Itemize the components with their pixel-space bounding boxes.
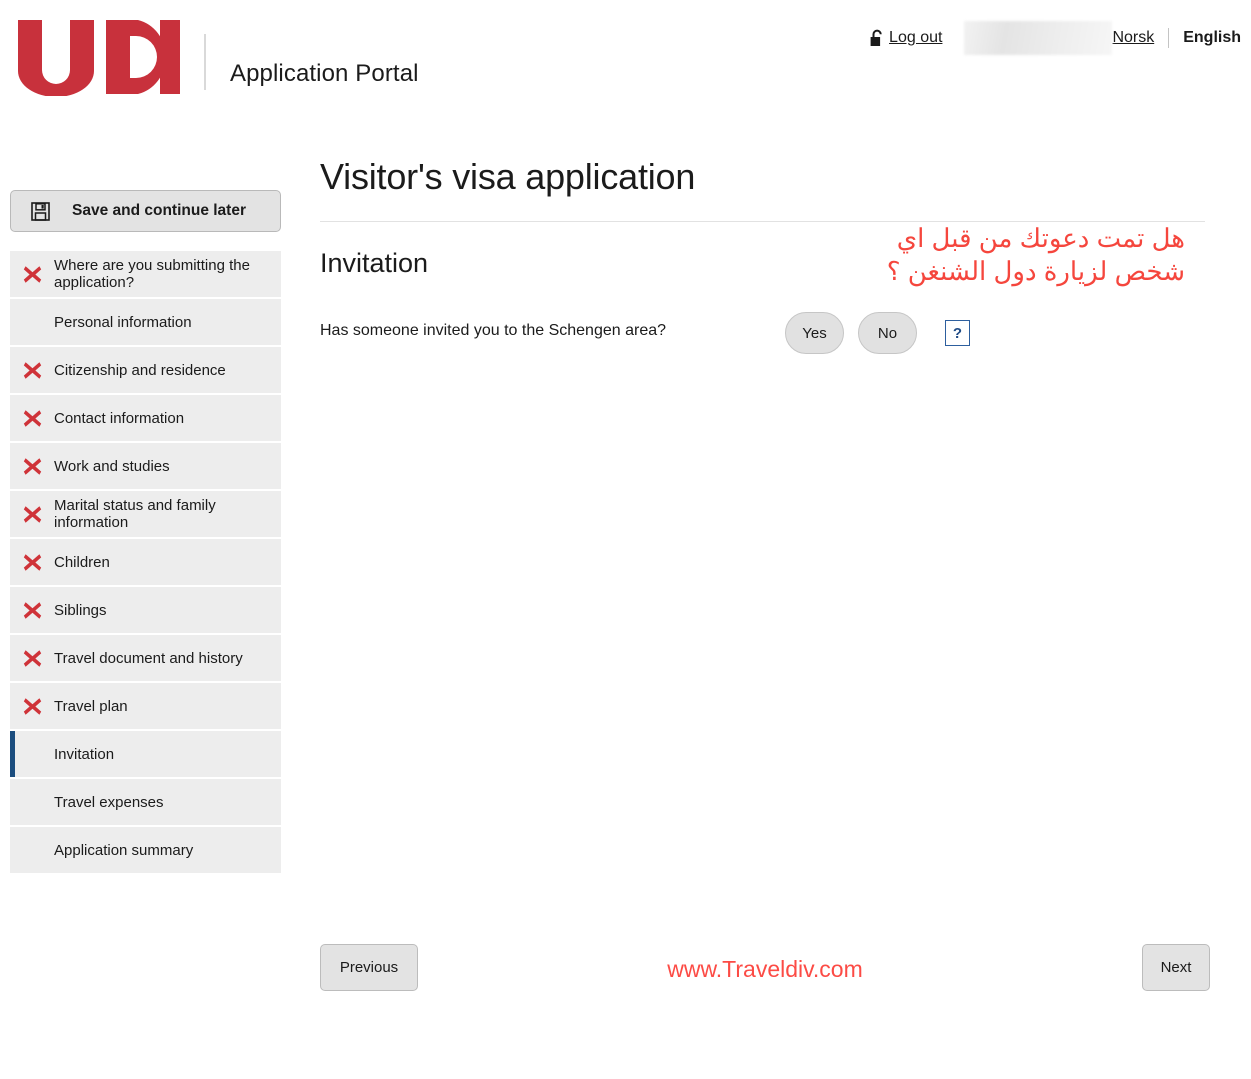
section-header-row: Invitation هل تمت دعوتك من قبل اي شخص لز…	[320, 222, 1210, 304]
sidebar-item-label: Contact information	[54, 409, 185, 427]
sidebar-item-siblings[interactable]: Siblings	[10, 587, 281, 633]
header-utility-bar: Log out Norsk English	[870, 21, 1241, 55]
sidebar-item-travel-expenses[interactable]: Travel expenses	[10, 779, 281, 825]
incomplete-x-icon	[10, 409, 54, 428]
answer-yes-button[interactable]: Yes	[785, 312, 844, 354]
next-button[interactable]: Next	[1142, 944, 1210, 991]
language-english-active[interactable]: English	[1183, 29, 1241, 47]
invitation-question-row: Has someone invited you to the Schengen …	[320, 312, 1210, 372]
sidebar-item-marital-status-and-family-information[interactable]: Marital status and family information	[10, 491, 281, 537]
sidebar-item-label: Children	[54, 553, 110, 571]
sidebar-item-label: Invitation	[54, 745, 115, 763]
sidebar-item-label: Siblings	[54, 601, 107, 619]
sidebar-item-label: Travel document and history	[54, 649, 243, 667]
save-button-label: Save and continue later	[72, 202, 246, 219]
sidebar-item-label: Travel expenses	[54, 793, 164, 811]
main-content: Visitor's visa application Invitation هل…	[320, 128, 1210, 991]
sidebar-item-label: Work and studies	[54, 457, 170, 475]
invitation-answer-group: Yes No ?	[785, 312, 970, 354]
sidebar-item-where-are-you-submitting-the-application[interactable]: Where are you submitting the application…	[10, 251, 281, 297]
incomplete-x-icon	[10, 265, 54, 284]
page-title: Visitor's visa application	[320, 156, 696, 197]
arabic-annotation-text: هل تمت دعوتك من قبل اي شخص لزيارة دول ال…	[886, 223, 1185, 286]
floppy-disk-icon	[31, 201, 50, 221]
sidebar-item-personal-information[interactable]: Personal information	[10, 299, 281, 345]
language-separator	[1168, 28, 1170, 48]
page-header: Application Portal Log out Norsk English	[0, 0, 1251, 128]
incomplete-x-icon	[10, 601, 54, 620]
incomplete-x-icon	[10, 553, 54, 572]
help-question-mark-icon[interactable]: ?	[945, 320, 970, 346]
sidebar-item-label: Marital status and family information	[54, 497, 216, 531]
sidebar-item-children[interactable]: Children	[10, 539, 281, 585]
sidebar-item-work-and-studies[interactable]: Work and studies	[10, 443, 281, 489]
incomplete-x-icon	[10, 457, 54, 476]
sidebar-item-label: Application summary	[54, 841, 194, 859]
redacted-username	[964, 21, 1113, 55]
sidebar-item-citizenship-and-residence[interactable]: Citizenship and residence	[10, 347, 281, 393]
section-title: Invitation	[320, 248, 429, 278]
sidebar-item-label: Citizenship and residence	[54, 361, 226, 379]
incomplete-x-icon	[10, 505, 54, 524]
logout-link[interactable]: Log out	[889, 29, 942, 47]
form-navigation-footer: Previous www.Traveldiv.com Next	[320, 944, 1210, 992]
language-norsk-link[interactable]: Norsk	[1112, 29, 1154, 47]
sidebar-item-contact-information[interactable]: Contact information	[10, 395, 281, 441]
brand-divider	[204, 34, 206, 90]
incomplete-x-icon	[10, 649, 54, 668]
logout-group[interactable]: Log out	[870, 29, 942, 48]
sidebar-item-application-summary[interactable]: Application summary	[10, 827, 281, 873]
save-and-continue-later-button[interactable]: Save and continue later	[10, 190, 281, 232]
sidebar-item-invitation[interactable]: Invitation	[10, 731, 281, 777]
invitation-question-label: Has someone invited you to the Schengen …	[320, 322, 667, 339]
sidebar-item-travel-document-and-history[interactable]: Travel document and history	[10, 635, 281, 681]
sidebar-item-travel-plan[interactable]: Travel plan	[10, 683, 281, 729]
sidebar-navigation: Save and continue later Where are you su…	[10, 190, 281, 875]
sidebar-item-list: Where are you submitting the application…	[10, 251, 281, 873]
sidebar-item-label: Where are you submitting the application…	[54, 257, 250, 291]
incomplete-x-icon	[10, 361, 54, 380]
incomplete-x-icon	[10, 697, 54, 716]
udi-logo-icon	[14, 18, 182, 96]
answer-no-button[interactable]: No	[858, 312, 917, 354]
previous-button[interactable]: Previous	[320, 944, 418, 991]
portal-title: Application Portal	[230, 60, 419, 87]
watermark-text: www.Traveldiv.com	[667, 956, 863, 982]
open-padlock-icon	[870, 29, 885, 48]
sidebar-item-label: Travel plan	[54, 697, 128, 715]
brand-area: Application Portal	[14, 18, 419, 96]
sidebar-item-label: Personal information	[54, 313, 192, 331]
